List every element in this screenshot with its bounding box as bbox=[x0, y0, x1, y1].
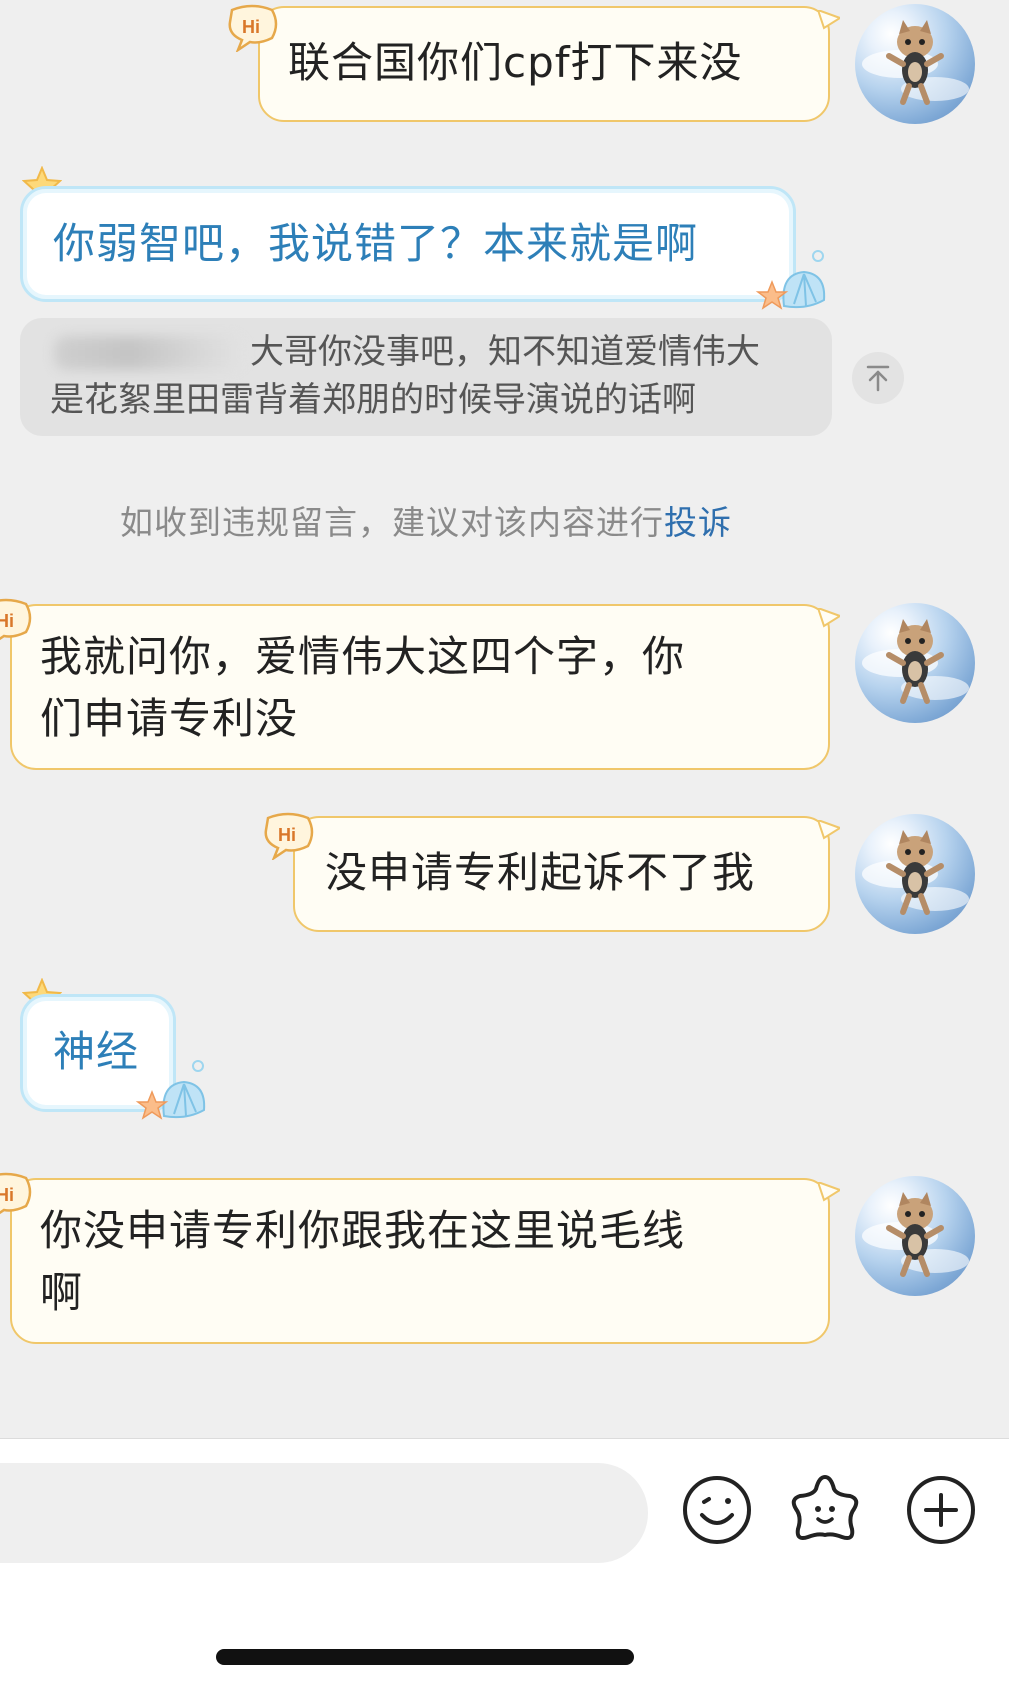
home-indicator[interactable] bbox=[216, 1649, 634, 1665]
cat-avatar-icon bbox=[862, 20, 969, 105]
report-notice: 如收到违规留言，建议对该内容进行投诉 bbox=[0, 496, 852, 544]
hi-badge-label: Hi bbox=[278, 825, 296, 845]
pin-top-icon bbox=[866, 365, 890, 392]
hi-badge-icon: Hi bbox=[0, 1172, 32, 1215]
hi-badge-label: Hi bbox=[0, 611, 14, 631]
quoted-text: 大哥你没事吧，知不知道爱情伟大 是花絮里田雷背着郑朋的时候导演说的话啊 bbox=[50, 328, 830, 424]
bubble-tail-icon bbox=[818, 820, 840, 840]
shell-decoration-icon bbox=[135, 1060, 206, 1120]
message-bubble-sent[interactable]: 你没申请专利你跟我在这里说毛线 啊 bbox=[10, 1178, 830, 1344]
bubble-tail-icon bbox=[818, 10, 840, 30]
hi-badge-icon: Hi bbox=[228, 4, 278, 52]
avatar[interactable] bbox=[855, 814, 975, 934]
cat-avatar-icon bbox=[862, 1192, 969, 1277]
quoted-text-line2: 是花絮里田雷背着郑朋的时候导演说的话啊 bbox=[50, 380, 696, 420]
cat-avatar-icon bbox=[862, 830, 969, 915]
message-text-line1: 你没申请专利你跟我在这里说毛线 bbox=[40, 1206, 686, 1255]
message-text: 神经 bbox=[53, 1027, 140, 1076]
quoted-message[interactable]: 大哥你没事吧，知不知道爱情伟大 是花絮里田雷背着郑朋的时候导演说的话啊 bbox=[20, 318, 832, 436]
message-bubble-sent[interactable]: 我就问你，爱情伟大这四个字，你 们申请专利没 bbox=[10, 604, 830, 770]
bubble-tail-icon bbox=[818, 608, 840, 628]
message-bubble-received[interactable]: 你弱智吧，我说错了？本来就是啊 bbox=[20, 186, 796, 302]
message-text: 你弱智吧，我说错了？本来就是啊 bbox=[53, 219, 699, 268]
bubble-tail-icon bbox=[818, 1182, 840, 1202]
chat-area: 联合国你们cpf打下来没 Hi 你弱智吧，我说错了？本来就是啊 大哥你没事吧，知… bbox=[0, 0, 1009, 1438]
message-text-line2: 们申请专利没 bbox=[40, 694, 299, 743]
hi-badge-icon: Hi bbox=[264, 812, 314, 860]
smiley-icon[interactable] bbox=[676, 1469, 758, 1551]
report-link[interactable]: 投诉 bbox=[664, 503, 732, 542]
message-text-line1: 我就问你，爱情伟大这四个字，你 bbox=[40, 632, 686, 681]
message-text: 联合国你们cpf打下来没 bbox=[288, 38, 743, 87]
hi-badge-label: Hi bbox=[242, 17, 260, 37]
shell-decoration-icon bbox=[755, 250, 826, 310]
avatar[interactable] bbox=[855, 1176, 975, 1296]
message-bubble-sent[interactable]: 联合国你们cpf打下来没 bbox=[258, 6, 830, 122]
avatar[interactable] bbox=[855, 603, 975, 723]
message-text: 没申请专利起诉不了我 bbox=[325, 848, 756, 897]
quoted-text-line1: 大哥你没事吧，知不知道爱情伟大 bbox=[250, 332, 760, 372]
message-bubble-sent[interactable]: 没申请专利起诉不了我 bbox=[293, 816, 830, 932]
hi-badge-label: Hi bbox=[0, 1185, 14, 1205]
message-text-line2: 啊 bbox=[40, 1268, 84, 1317]
message-input[interactable] bbox=[0, 1463, 648, 1563]
hi-badge-icon: Hi bbox=[0, 598, 32, 641]
pin-top-button[interactable] bbox=[852, 352, 904, 404]
avatar[interactable] bbox=[855, 4, 975, 124]
report-notice-text: 如收到违规留言，建议对该内容进行 bbox=[120, 503, 664, 542]
star-face-icon[interactable] bbox=[784, 1469, 866, 1551]
input-bar bbox=[0, 1438, 1009, 1691]
cat-avatar-icon bbox=[862, 619, 969, 704]
plus-circle-icon[interactable] bbox=[900, 1469, 982, 1551]
